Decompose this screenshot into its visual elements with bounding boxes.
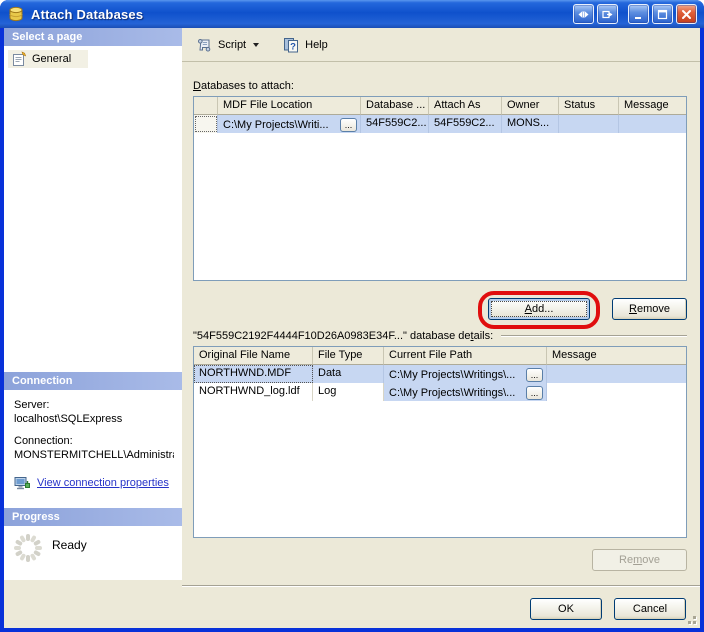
- resize-grip[interactable]: [684, 612, 697, 625]
- toolbar: Script ? Help: [182, 28, 700, 62]
- script-button[interactable]: Script: [192, 34, 263, 56]
- remove-button[interactable]: Remove: [612, 298, 687, 320]
- mdf-file-location-cell[interactable]: C:\My Projects\Writi... ...: [218, 115, 361, 133]
- grid1-header-selector: [194, 97, 218, 115]
- footer-separator: [182, 585, 700, 587]
- row-selector-cell[interactable]: [194, 115, 218, 133]
- connection-properties-icon: [14, 475, 31, 491]
- dock-button[interactable]: [573, 4, 594, 24]
- grid1-header-attach-as: Attach As: [429, 97, 502, 115]
- help-button[interactable]: ? Help: [279, 34, 332, 56]
- database-details-label: "54F559C2192F4444F10D26A0983E34F..." dat…: [193, 330, 493, 342]
- minimize-icon: [633, 9, 644, 20]
- grid2-header-file-type: File Type: [313, 347, 384, 365]
- progress-status: Ready: [52, 538, 87, 574]
- owner-cell[interactable]: MONS...: [502, 115, 559, 133]
- original-file-name-cell[interactable]: NORTHWND.MDF: [194, 365, 313, 383]
- attach-as-cell[interactable]: 54F559C2...: [429, 115, 502, 133]
- script-label: Script: [218, 39, 246, 51]
- grid1-header-mdf-file-location: MDF File Location: [218, 97, 361, 115]
- attach-databases-dialog: Attach Databases: [0, 0, 704, 632]
- progress-header: Progress: [4, 508, 182, 526]
- sidebar-item-general[interactable]: General: [8, 50, 88, 68]
- grid1-header-owner: Owner: [502, 97, 559, 115]
- grid1-header-message: Message: [619, 97, 686, 115]
- footer: OK Cancel: [4, 580, 700, 628]
- help-label: Help: [305, 39, 328, 51]
- svg-text:?: ?: [290, 41, 296, 52]
- grid2-header-current-file-path: Current File Path: [384, 347, 547, 365]
- minimize-button[interactable]: [628, 4, 649, 24]
- grid2-row-mdf[interactable]: NORTHWND.MDF Data C:\My Projects\Writing…: [194, 365, 686, 383]
- browse-mdf-button[interactable]: ...: [340, 118, 357, 132]
- database-icon: [7, 5, 25, 23]
- window-title: Attach Databases: [31, 7, 567, 22]
- grid1-header-database: Database ...: [361, 97, 429, 115]
- close-icon: [681, 9, 692, 20]
- view-connection-properties-link[interactable]: View connection properties: [37, 477, 169, 489]
- message-cell: [547, 365, 686, 383]
- connection-header: Connection: [4, 372, 182, 390]
- grid2-empty-area: [194, 401, 686, 537]
- maximize-icon: [657, 9, 668, 20]
- current-file-path-cell[interactable]: C:\My Projects\Writings\... ...: [384, 383, 547, 401]
- server-value: localhost\SQLExpress: [14, 412, 174, 426]
- grid1-header-row: MDF File Location Database ... Attach As…: [194, 97, 686, 115]
- ok-button[interactable]: OK: [530, 598, 602, 620]
- sidebar-item-label: General: [32, 53, 71, 65]
- select-a-page-header: Select a page: [4, 28, 182, 46]
- maximize-button[interactable]: [652, 4, 673, 24]
- file-type-cell[interactable]: Data: [313, 365, 384, 383]
- databases-to-attach-grid[interactable]: MDF File Location Database ... Attach As…: [193, 96, 687, 281]
- grid2-header-row: Original File Name File Type Current Fil…: [194, 347, 686, 365]
- message-cell: [547, 383, 686, 401]
- grid2-header-original-file-name: Original File Name: [194, 347, 313, 365]
- current-file-path-cell[interactable]: C:\My Projects\Writings\... ...: [384, 365, 547, 383]
- server-label: Server:: [14, 398, 174, 412]
- grid1-header-status: Status: [559, 97, 619, 115]
- databases-to-attach-label: Databases to attach:: [193, 80, 687, 92]
- connection-label: Connection:: [14, 434, 174, 448]
- undock-button[interactable]: [597, 4, 618, 24]
- browse-path-button[interactable]: ...: [526, 368, 543, 382]
- cancel-button[interactable]: Cancel: [614, 598, 686, 620]
- browse-path-button[interactable]: ...: [526, 386, 543, 400]
- connection-value: MONSTERMITCHELL\Administra: [14, 448, 174, 462]
- grid2-row-ldf[interactable]: NORTHWND_log.ldf Log C:\My Projects\Writ…: [194, 383, 686, 401]
- progress-spinner-icon: [12, 532, 44, 564]
- grid1-empty-area: [194, 133, 686, 280]
- main-panel: Script ? Help Databases to attach:: [182, 28, 700, 580]
- grid2-header-message: Message: [547, 347, 686, 365]
- script-dropdown-arrow-icon[interactable]: [253, 43, 259, 47]
- general-page-icon: [11, 51, 27, 67]
- details-separator: [501, 335, 687, 337]
- sidebar: Select a page General Connection: [4, 28, 182, 580]
- remove-details-button[interactable]: Remove: [592, 549, 687, 571]
- script-icon: [196, 37, 213, 53]
- grid1-row[interactable]: C:\My Projects\Writi... ... 54F559C2... …: [194, 115, 686, 133]
- database-details-grid[interactable]: Original File Name File Type Current Fil…: [193, 346, 687, 538]
- close-button[interactable]: [676, 4, 697, 24]
- titlebar[interactable]: Attach Databases: [0, 0, 704, 28]
- database-cell[interactable]: 54F559C2...: [361, 115, 429, 133]
- help-icon: ?: [283, 37, 300, 53]
- add-button[interactable]: Add...: [488, 298, 590, 320]
- undock-icon: [602, 9, 613, 20]
- message-cell: [619, 115, 686, 133]
- status-cell: [559, 115, 619, 133]
- original-file-name-cell[interactable]: NORTHWND_log.ldf: [194, 383, 313, 401]
- file-type-cell[interactable]: Log: [313, 383, 384, 401]
- dock-icon: [578, 9, 589, 20]
